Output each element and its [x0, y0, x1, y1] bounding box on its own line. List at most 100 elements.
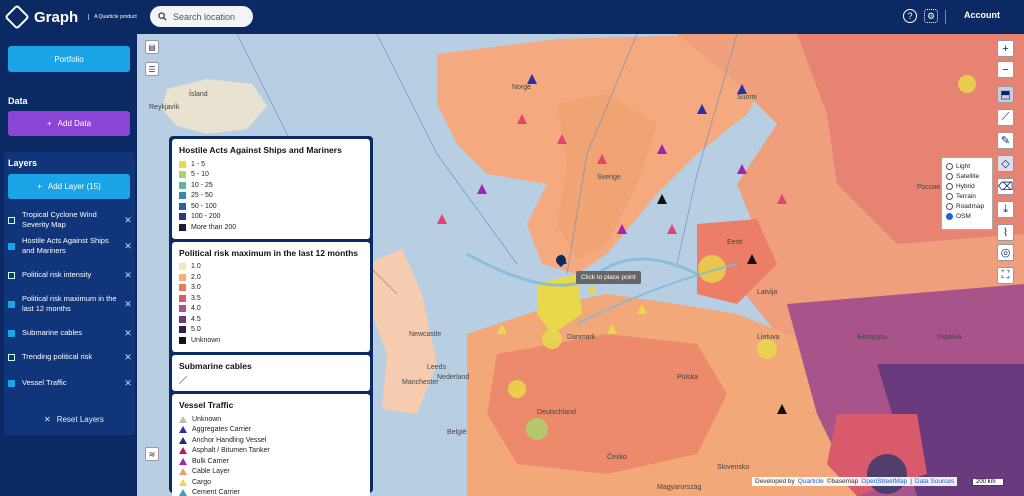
color-swatch [179, 284, 186, 292]
map-place-label: Беларусь [857, 334, 888, 341]
radio-button[interactable] [946, 192, 953, 200]
basemap-option[interactable]: Satellite [946, 171, 988, 181]
gear-icon[interactable]: ⚙ [924, 9, 938, 23]
layer-checkbox[interactable] [8, 379, 15, 387]
plus-icon: + [37, 182, 42, 191]
legend-label: Anchor Handling Vessel [192, 436, 267, 444]
eraser-icon[interactable]: ⌫ [997, 178, 1014, 195]
layer-toggle-icon[interactable]: ▤ [145, 40, 159, 54]
layer-label: Political risk maximum in the last 12 mo… [22, 294, 117, 313]
layer-item[interactable]: Political risk maximum in the last 12 mo… [8, 294, 133, 314]
close-icon[interactable]: ✕ [123, 299, 133, 309]
layer-checkbox[interactable] [8, 329, 15, 337]
attach-icon[interactable]: ⌇ [997, 224, 1014, 241]
help-icon[interactable]: ? [903, 9, 917, 23]
close-icon[interactable]: ✕ [123, 215, 133, 225]
triangle-icon [179, 415, 187, 423]
layer-label: Trending political risk [22, 352, 93, 361]
search-input[interactable] [173, 11, 243, 22]
legend-item: Cable Layer [179, 467, 363, 478]
map-place-label: Danmark [567, 334, 596, 341]
legend-label: 4.5 [191, 315, 201, 323]
triangle-icon [179, 447, 187, 455]
search-bar[interactable] [150, 6, 253, 27]
layer-checkbox[interactable] [8, 271, 15, 279]
add-layer-button[interactable]: + Add Layer (15) [8, 174, 130, 199]
legend-item: 5 - 10 [179, 170, 363, 181]
close-icon[interactable]: ✕ [123, 270, 133, 280]
map-place-label: Sverige [597, 174, 621, 181]
data-sources-link[interactable]: Data Sources [915, 478, 954, 485]
legend-item: Anchor Handling Vessel [179, 435, 363, 446]
basemap-option[interactable]: Hybrid [946, 181, 988, 191]
radio-button[interactable] [946, 162, 953, 170]
basemap-option[interactable]: Light [946, 161, 988, 171]
data-section-title: Data [8, 96, 28, 106]
basemap-label: Hybrid [956, 182, 975, 190]
layer-item[interactable]: Vessel Traffic ✕ [8, 378, 133, 388]
map-place-label: Lietuva [757, 334, 780, 341]
app-logo[interactable]: Graph A Quarticle product [4, 4, 138, 30]
radio-button[interactable] [946, 172, 953, 180]
legend-title: Submarine cables [179, 360, 252, 371]
list-icon[interactable]: ☰ [145, 62, 159, 76]
legend-label: Unknown [192, 415, 222, 423]
close-icon[interactable]: ✕ [123, 328, 133, 338]
color-swatch [179, 202, 186, 210]
legend-item: 4.5 [179, 314, 363, 325]
map-tooltip: Click to place point [576, 271, 641, 284]
line-tool-icon[interactable]: ⟋ [997, 109, 1014, 126]
radio-button[interactable] [946, 212, 953, 220]
radio-button[interactable] [946, 202, 953, 210]
legend-item: 3.0 [179, 283, 363, 294]
legend-label: Cargo [192, 478, 212, 486]
add-data-button[interactable]: + Add Data [8, 111, 130, 136]
legend-item: Unknown [179, 414, 363, 425]
layers-icon[interactable]: ◇ [997, 155, 1014, 172]
layer-item[interactable]: Tropical Cyclone Wind Severity Map ✕ [8, 210, 133, 230]
download-icon[interactable]: ⤓ [997, 201, 1014, 218]
close-icon[interactable]: ✕ [123, 378, 133, 388]
reset-layers-button[interactable]: ✕ Reset Layers [44, 415, 104, 424]
portfolio-button[interactable]: Portfolio [8, 46, 130, 72]
legend-item: 25 - 50 [179, 191, 363, 202]
close-icon[interactable]: ✕ [123, 352, 133, 362]
basemap-option[interactable]: Roadmap [946, 201, 988, 211]
marker-tool-icon[interactable]: ⬒ [997, 86, 1014, 103]
osm-link[interactable]: OpenStreetMap [861, 478, 907, 485]
layer-checkbox[interactable] [8, 216, 15, 224]
layer-label: Hostile Acts Against Ships and Mariners [22, 236, 109, 255]
chart-icon[interactable]: ≋ [145, 447, 159, 461]
basemap-option[interactable]: Terrain [946, 191, 988, 201]
account-button[interactable]: Account [945, 10, 1000, 24]
color-swatch [179, 171, 186, 179]
layer-checkbox[interactable] [8, 242, 15, 250]
color-swatch [179, 160, 186, 168]
map-place-label: Manchester [402, 379, 439, 386]
layer-item[interactable]: Political risk intensity ✕ [8, 270, 133, 280]
legend-item: Unknown [179, 335, 363, 346]
zoom-in-button[interactable]: + [997, 40, 1014, 57]
color-swatch [179, 305, 186, 313]
radio-button[interactable] [946, 182, 953, 190]
fullscreen-icon[interactable]: ⛶ [997, 267, 1014, 284]
reset-layers-label: Reset Layers [56, 415, 104, 424]
layer-item[interactable]: Submarine cables ✕ [8, 328, 133, 338]
layer-item[interactable]: Hostile Acts Against Ships and Mariners ✕ [8, 236, 133, 256]
color-swatch [179, 192, 186, 200]
triangle-icon [179, 489, 187, 496]
layer-checkbox[interactable] [8, 300, 15, 308]
layer-checkbox[interactable] [8, 353, 15, 361]
layer-item[interactable]: Trending political risk ✕ [8, 352, 133, 362]
legend-label: 50 - 100 [191, 202, 217, 210]
basemap-option[interactable]: OSM [946, 211, 988, 221]
logo-subtitle: A Quarticle product [88, 14, 138, 20]
close-icon[interactable]: ✕ [123, 241, 133, 251]
ruler-icon[interactable]: ✎ [997, 132, 1014, 149]
basemap-selector: Light Satellite Hybrid Terrain Roadmap OSM [941, 157, 993, 230]
zoom-out-button[interactable]: − [997, 61, 1014, 78]
target-icon[interactable]: ◎ [997, 244, 1014, 261]
map-place-label: Česko [607, 454, 627, 461]
quarticle-link[interactable]: Quarticle [798, 478, 824, 485]
legend-label: 25 - 50 [191, 192, 213, 200]
